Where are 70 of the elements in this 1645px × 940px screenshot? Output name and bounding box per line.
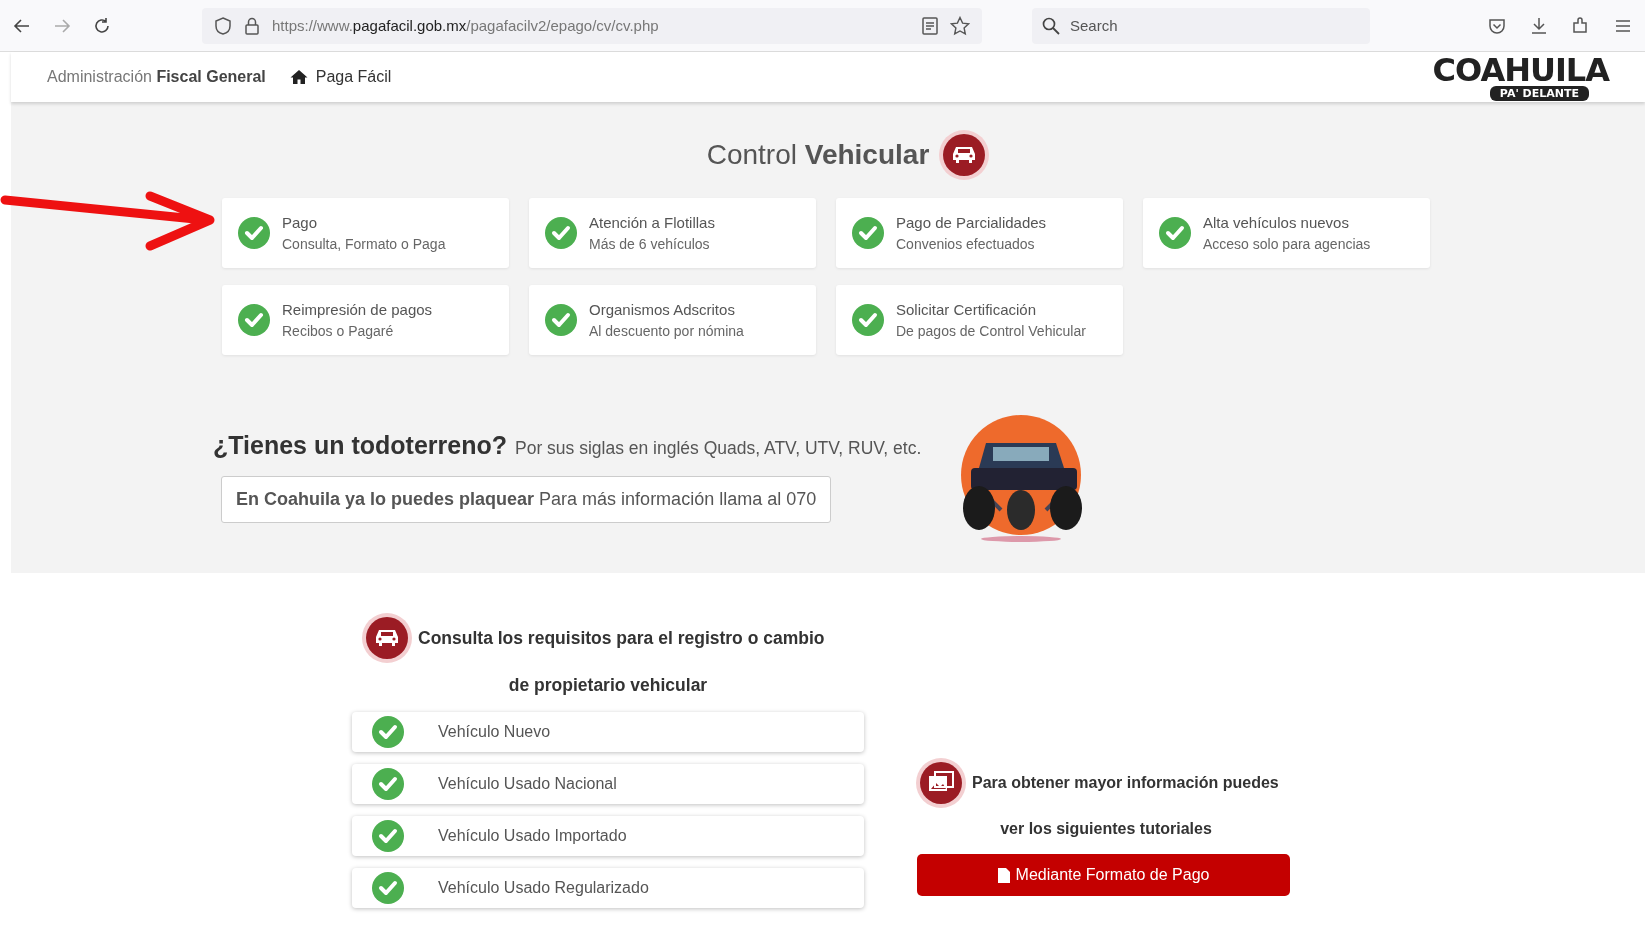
service-title: Atención a Flotillas xyxy=(589,214,715,231)
check-icon xyxy=(1159,217,1191,249)
logo-text: COAHUILA xyxy=(1432,53,1609,86)
requirement-item[interactable]: Vehículo Usado Nacional xyxy=(352,764,864,804)
service-title: Organismos Adscritos xyxy=(589,301,736,318)
home-icon xyxy=(289,69,308,85)
requirements-title: de propietario vehicular xyxy=(507,675,709,696)
check-icon xyxy=(372,872,404,904)
document-icon xyxy=(997,867,1010,883)
car-icon xyxy=(939,130,990,180)
check-icon xyxy=(545,304,577,336)
service-subtitle: Acceso solo para agencias xyxy=(1203,236,1371,252)
state-logo[interactable]: COAHUILA PA' DELANTE xyxy=(1434,53,1609,101)
check-icon xyxy=(238,304,270,336)
service-subtitle: Convenios efectuados xyxy=(896,236,1036,252)
service-subtitle: Consulta, Formato o Paga xyxy=(282,236,446,252)
requirement-item[interactable]: Vehículo Nuevo xyxy=(352,712,864,752)
service-card[interactable]: Reimpresión de pagos Recibos o Pagaré xyxy=(222,285,509,355)
service-card[interactable]: Atención a Flotillas Más de 6 vehículos xyxy=(529,198,816,268)
service-title: Solicitar Certificación xyxy=(896,301,1038,318)
requirements-title: Consulta los requisitos para el registro o cambio xyxy=(418,627,825,649)
service-card[interactable]: Solicitar Certificación De pagos de Control Vehicular xyxy=(836,285,1123,355)
check-icon xyxy=(852,304,884,336)
address-bar[interactable]: https://www.pagafacil.gob.mx/pagafacilv2/epago/cv/cv.php xyxy=(202,7,982,44)
shield-icon[interactable] xyxy=(214,16,232,35)
requirement-label: Vehículo Nuevo xyxy=(438,723,551,741)
service-subtitle: De pagos de Control Vehicular xyxy=(896,323,1086,339)
requirement-item[interactable]: Vehículo Usado Regularizado xyxy=(352,868,864,908)
requirement-label: Vehículo Usado Nacional xyxy=(438,775,617,793)
service-subtitle: Recibos o Pagaré xyxy=(282,323,395,339)
url-text: https://www.pagafacil.gob.mx/pagafacilv2/epago/cv/cv.php xyxy=(272,17,660,34)
check-icon xyxy=(372,716,404,748)
plate-info-banner: En Coahuila ya lo puedes plaquear Para más información llama al 070 xyxy=(221,476,832,523)
requirement-item[interactable]: Vehículo Usado Importado xyxy=(352,816,864,856)
requirement-label: Vehículo Usado Importado xyxy=(438,827,627,845)
service-subtitle: Al descuento por nómina xyxy=(589,323,744,339)
reload-icon[interactable] xyxy=(92,15,112,36)
service-title: Alta vehículos nuevos xyxy=(1203,214,1350,231)
service-subtitle: Más de 6 vehículos xyxy=(589,236,711,252)
check-icon xyxy=(852,217,884,249)
tutorial-button[interactable]: Mediante Formato de Pago xyxy=(917,854,1290,896)
service-title: Reimpresión de pagos xyxy=(282,301,433,318)
search-field[interactable]: Search xyxy=(1032,7,1370,44)
requirement-label: Vehículo Usado Regularizado xyxy=(438,879,649,897)
search-input[interactable]: Search xyxy=(1068,16,1352,35)
check-icon xyxy=(372,820,404,852)
service-card[interactable]: Pago de Parcialidades Convenios efectuados xyxy=(836,198,1123,268)
offroad-question: ¿Tienes un todoterreno? xyxy=(213,431,507,460)
section-title: Control Vehicular xyxy=(706,139,930,171)
agency-name: Administración Fiscal General xyxy=(47,68,266,86)
home-link[interactable]: Paga Fácil xyxy=(289,68,392,86)
images-icon xyxy=(916,758,966,808)
tutorials-title: ver los siguientes tutoriales xyxy=(999,820,1213,838)
check-icon xyxy=(372,768,404,800)
download-icon[interactable] xyxy=(1529,15,1549,36)
tutorials-title: Para obtener mayor información puedes xyxy=(972,774,1279,792)
check-icon xyxy=(238,217,270,249)
service-title: Pago de Parcialidades xyxy=(896,214,1047,231)
reader-view-icon[interactable] xyxy=(922,16,938,35)
service-card[interactable]: Pago Consulta, Formato o Paga xyxy=(222,198,509,268)
logo-tagline: PA' DELANTE xyxy=(1489,85,1589,101)
car-icon xyxy=(362,613,412,663)
service-title: Pago xyxy=(282,214,319,231)
service-card[interactable]: Organismos Adscritos Al descuento por nómina xyxy=(529,285,816,355)
lock-icon[interactable] xyxy=(244,16,260,35)
bookmark-star-icon[interactable] xyxy=(950,15,970,36)
search-icon xyxy=(1042,16,1060,35)
service-card[interactable]: Alta vehículos nuevos Acceso solo para agencias xyxy=(1143,198,1430,268)
check-icon xyxy=(545,217,577,249)
offroad-note: Por sus siglas en inglés Quads, ATV, UTV, RUV, etc. xyxy=(515,438,922,459)
